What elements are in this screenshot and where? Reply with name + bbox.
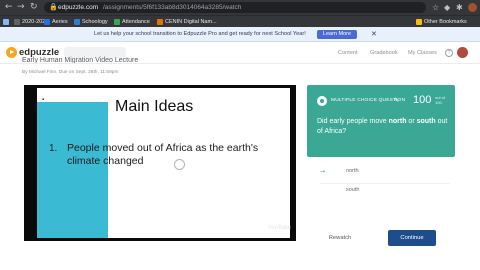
folder-icon [14, 19, 20, 25]
banner-text: Let us help your school transition to Ed… [94, 31, 306, 37]
slide-bullet-number: 1. [49, 143, 58, 154]
rewatch-button[interactable]: Rewatch [325, 230, 355, 246]
youtube-watermark: YouTube [268, 225, 291, 231]
extension-puzzle-icon[interactable]: ✱ [456, 2, 463, 13]
folder-icon [416, 19, 422, 25]
slide-heading: Main Ideas [115, 98, 194, 115]
url-host: edpuzzle.com [58, 4, 99, 11]
address-bar[interactable]: 🔒 edpuzzle.com /assignments/5f6f133ab8d3… [44, 2, 426, 13]
video-title: Early Human Migration Video Lecture [22, 57, 139, 63]
help-icon[interactable]: ? [445, 49, 453, 57]
continue-button[interactable]: Continue [388, 230, 436, 246]
question-points: 100 [413, 94, 432, 106]
attendance-icon [114, 19, 120, 25]
star-icon[interactable]: ☆ [432, 2, 439, 13]
answer-label: south [346, 187, 360, 193]
divider [320, 183, 450, 184]
close-icon[interactable]: ✕ [371, 27, 377, 42]
promo-banner: Let us help your school transition to Ed… [0, 27, 480, 42]
bookmark-label: Aeries [52, 19, 68, 25]
cenin-icon [157, 19, 163, 25]
avatar[interactable] [457, 47, 468, 58]
video-meta: By Michael Finn. Due on Sept. 28th, 11:5… [22, 70, 119, 75]
edpuzzle-logo-icon [6, 47, 17, 58]
points-label: out of 100 [435, 95, 446, 105]
pencil-icon: ✎ [394, 97, 400, 104]
forward-arrow-icon[interactable]: → [17, 2, 25, 13]
learn-more-button[interactable]: Learn More [317, 30, 357, 39]
answer-label: north [346, 168, 359, 174]
slide-dot: ▪ [42, 97, 45, 103]
question-card: MULTIPLE CHOICE QUESTION ✎ 100 out of 10… [307, 85, 455, 157]
browser-profile-avatar[interactable] [468, 3, 477, 12]
question-text: Did early people move north or south out… [317, 118, 448, 135]
back-arrow-icon[interactable]: ← [5, 2, 13, 13]
arrow-right-icon: → [320, 168, 326, 175]
nav-my-classes[interactable]: My Classes [408, 42, 437, 64]
bookmark-label: Attendance [122, 19, 150, 25]
bookmarks-bar: 2020-2021 Aeries Schoology Attendance CE… [0, 15, 480, 27]
lock-icon: 🔒 [49, 3, 58, 11]
bookmark-label: CENIN Digital Nam... [165, 19, 217, 25]
bookmark-label: Schoology [82, 19, 108, 25]
video-slide: ▪ Main Ideas 1. People moved out of Afri… [37, 88, 290, 238]
aeries-icon [44, 19, 50, 25]
loading-spinner-icon [174, 159, 185, 170]
slide-accent-block [37, 102, 108, 238]
bookmark-label: Other Bookmarks [424, 19, 467, 25]
extension-icon[interactable]: ◆ [444, 2, 450, 13]
schoology-icon [74, 19, 80, 25]
radio-question-icon [317, 96, 327, 106]
nav-gradebook[interactable]: Gradebook [370, 42, 398, 64]
reload-icon[interactable]: ↻ [30, 2, 38, 13]
nav-content[interactable]: Content [338, 42, 358, 64]
browser-toolbar: ← → ↻ 🔒 edpuzzle.com /assignments/5f6f13… [0, 0, 480, 15]
apps-grid-icon [3, 19, 9, 25]
url-path: /assignments/5f6f133ab8d3014064a3285/wat… [103, 4, 242, 11]
